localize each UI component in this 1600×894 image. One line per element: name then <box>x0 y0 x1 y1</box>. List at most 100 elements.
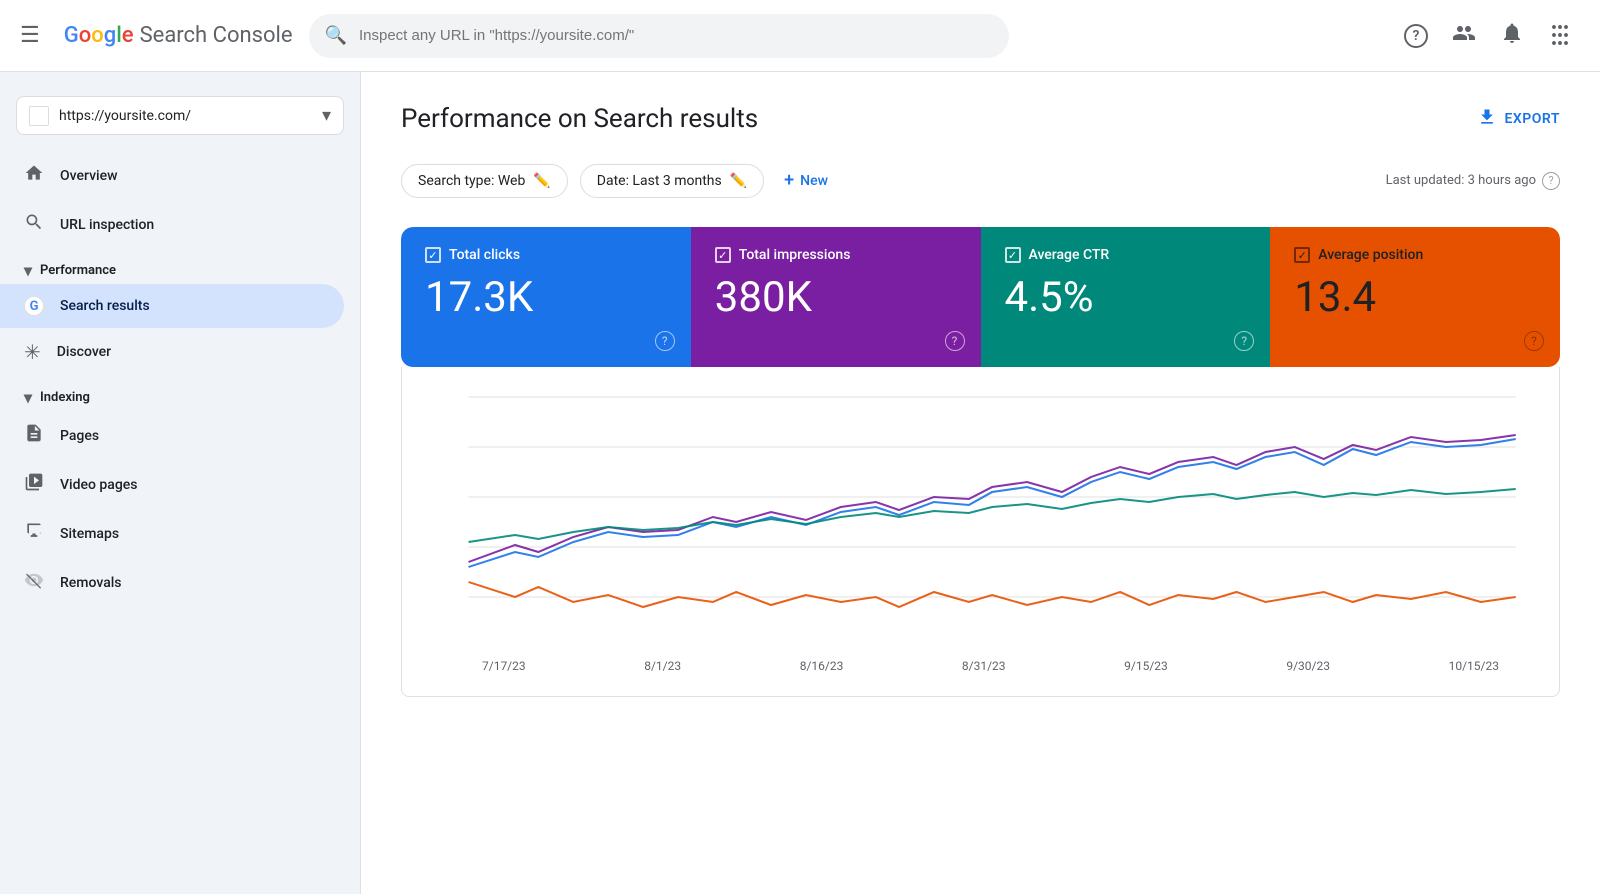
performance-section-label: Performance <box>40 263 116 278</box>
chart-area: 7/17/23 8/1/23 8/16/23 8/31/23 9/15/23 9… <box>401 367 1560 697</box>
plus-icon: + <box>784 170 794 191</box>
impressions-label: Total impressions <box>739 247 851 263</box>
video-pages-icon <box>24 472 44 497</box>
users-icon-btn[interactable] <box>1444 16 1484 56</box>
site-selector[interactable]: https://yoursite.com/ ▾ <box>16 96 344 135</box>
search-icon <box>24 212 44 237</box>
last-updated: Last updated: 3 hours ago ? <box>1386 172 1560 190</box>
metric-card-ctr[interactable]: ✓ Average CTR 4.5% ? <box>981 227 1271 367</box>
performance-section-header[interactable]: ▾ Performance <box>0 249 360 284</box>
help-circle-icon[interactable]: ? <box>1542 172 1560 190</box>
sidebar-item-search-results-label: Search results <box>60 298 150 314</box>
sidebar-item-discover[interactable]: ✳ Discover <box>0 328 344 376</box>
impressions-checkbox[interactable]: ✓ <box>715 247 731 263</box>
help-icon: ? <box>1404 24 1428 48</box>
sidebar-item-sitemaps[interactable]: Sitemaps <box>0 509 344 558</box>
topbar: ☰ Google Search Console 🔍 ? <box>0 0 1600 72</box>
chart-label-3: 8/31/23 <box>962 659 1006 673</box>
position-help-icon[interactable]: ? <box>1524 331 1544 351</box>
metric-cards: ✓ Total clicks 17.3K ? ✓ Total impressio… <box>401 227 1560 697</box>
page-header: Performance on Search results EXPORT <box>401 104 1560 134</box>
metric-card-impressions[interactable]: ✓ Total impressions 380K ? <box>691 227 981 367</box>
apps-icon-btn[interactable] <box>1540 16 1580 56</box>
metric-card-clicks[interactable]: ✓ Total clicks 17.3K ? <box>401 227 691 367</box>
date-label: Date: Last 3 months <box>597 173 722 189</box>
google-g-icon: G <box>24 296 44 316</box>
metric-card-position[interactable]: ✓ Average position 13.4 ? <box>1270 227 1560 367</box>
sidebar: https://yoursite.com/ ▾ Overview URL ins… <box>0 72 360 894</box>
chart-x-labels: 7/17/23 8/1/23 8/16/23 8/31/23 9/15/23 9… <box>422 651 1539 673</box>
clicks-label: Total clicks <box>449 247 520 263</box>
sidebar-item-video-pages[interactable]: Video pages <box>0 460 344 509</box>
bell-icon <box>1500 21 1524 50</box>
chart-label-5: 9/30/23 <box>1286 659 1330 673</box>
export-button[interactable]: EXPORT <box>1477 107 1560 131</box>
collapse-icon: ▾ <box>24 388 32 407</box>
search-type-label: Search type: Web <box>418 173 525 189</box>
logo: Google Search Console <box>64 23 293 48</box>
site-url: https://yoursite.com/ <box>59 108 312 124</box>
chart-label-1: 8/1/23 <box>644 659 681 673</box>
chart-svg <box>422 387 1539 647</box>
help-icon-btn[interactable]: ? <box>1396 16 1436 56</box>
chevron-down-icon: ▾ <box>322 105 331 126</box>
position-value: 13.4 <box>1294 275 1536 321</box>
indexing-section-label: Indexing <box>40 390 90 405</box>
clicks-value: 17.3K <box>425 275 667 321</box>
last-updated-text: Last updated: 3 hours ago <box>1386 173 1536 188</box>
users-icon <box>1452 21 1476 50</box>
new-filter-label: New <box>800 173 828 189</box>
position-label: Average position <box>1318 247 1423 263</box>
new-filter-button[interactable]: + New <box>776 162 836 199</box>
metric-position-header: ✓ Average position <box>1294 247 1536 263</box>
sidebar-item-sitemaps-label: Sitemaps <box>60 526 119 542</box>
page-title: Performance on Search results <box>401 104 758 134</box>
menu-icon[interactable]: ☰ <box>20 23 40 48</box>
sidebar-item-url-inspection[interactable]: URL inspection <box>0 200 344 249</box>
sidebar-item-url-inspection-label: URL inspection <box>60 217 154 233</box>
url-search-input[interactable] <box>359 27 993 44</box>
home-icon <box>24 163 44 188</box>
site-favicon <box>29 106 49 126</box>
sidebar-item-pages-label: Pages <box>60 428 99 444</box>
sidebar-item-search-results[interactable]: G Search results <box>0 284 344 328</box>
edit-icon: ✏️ <box>730 173 747 189</box>
main-content: Performance on Search results EXPORT Sea… <box>360 72 1600 894</box>
chart-label-2: 8/16/23 <box>800 659 844 673</box>
performance-section-items: G Search results ✳ Discover <box>0 284 360 376</box>
indexing-section-items: Pages Video pages Sitemaps Removals <box>0 411 360 607</box>
ctr-checkbox[interactable]: ✓ <box>1005 247 1021 263</box>
ctr-value: 4.5% <box>1005 275 1247 321</box>
url-search-bar[interactable]: 🔍 <box>309 14 1009 58</box>
removals-icon <box>24 570 44 595</box>
sidebar-item-removals[interactable]: Removals <box>0 558 344 607</box>
sidebar-item-pages[interactable]: Pages <box>0 411 344 460</box>
sidebar-item-overview[interactable]: Overview <box>0 151 344 200</box>
main-layout: https://yoursite.com/ ▾ Overview URL ins… <box>0 72 1600 894</box>
edit-icon: ✏️ <box>533 173 550 189</box>
filters-bar: Search type: Web ✏️ Date: Last 3 months … <box>401 162 1560 199</box>
metric-impressions-header: ✓ Total impressions <box>715 247 957 263</box>
impressions-help-icon[interactable]: ? <box>945 331 965 351</box>
sidebar-item-overview-label: Overview <box>60 168 117 184</box>
ctr-help-icon[interactable]: ? <box>1234 331 1254 351</box>
pages-icon <box>24 423 44 448</box>
chart-label-0: 7/17/23 <box>482 659 526 673</box>
sidebar-item-video-pages-label: Video pages <box>60 477 137 493</box>
ctr-label: Average CTR <box>1029 247 1110 263</box>
notifications-icon-btn[interactable] <box>1492 16 1532 56</box>
discover-icon: ✳ <box>24 340 41 364</box>
topbar-actions: ? <box>1396 16 1580 56</box>
clicks-checkbox[interactable]: ✓ <box>425 247 441 263</box>
search-type-filter[interactable]: Search type: Web ✏️ <box>401 164 568 198</box>
metric-ctr-header: ✓ Average CTR <box>1005 247 1247 263</box>
collapse-icon: ▾ <box>24 261 32 280</box>
download-icon <box>1477 107 1497 131</box>
sitemaps-icon <box>24 521 44 546</box>
sidebar-item-discover-label: Discover <box>57 344 111 360</box>
position-checkbox[interactable]: ✓ <box>1294 247 1310 263</box>
indexing-section-header[interactable]: ▾ Indexing <box>0 376 360 411</box>
app-name: Search Console <box>140 23 293 48</box>
date-filter[interactable]: Date: Last 3 months ✏️ <box>580 164 764 198</box>
clicks-help-icon[interactable]: ? <box>655 331 675 351</box>
